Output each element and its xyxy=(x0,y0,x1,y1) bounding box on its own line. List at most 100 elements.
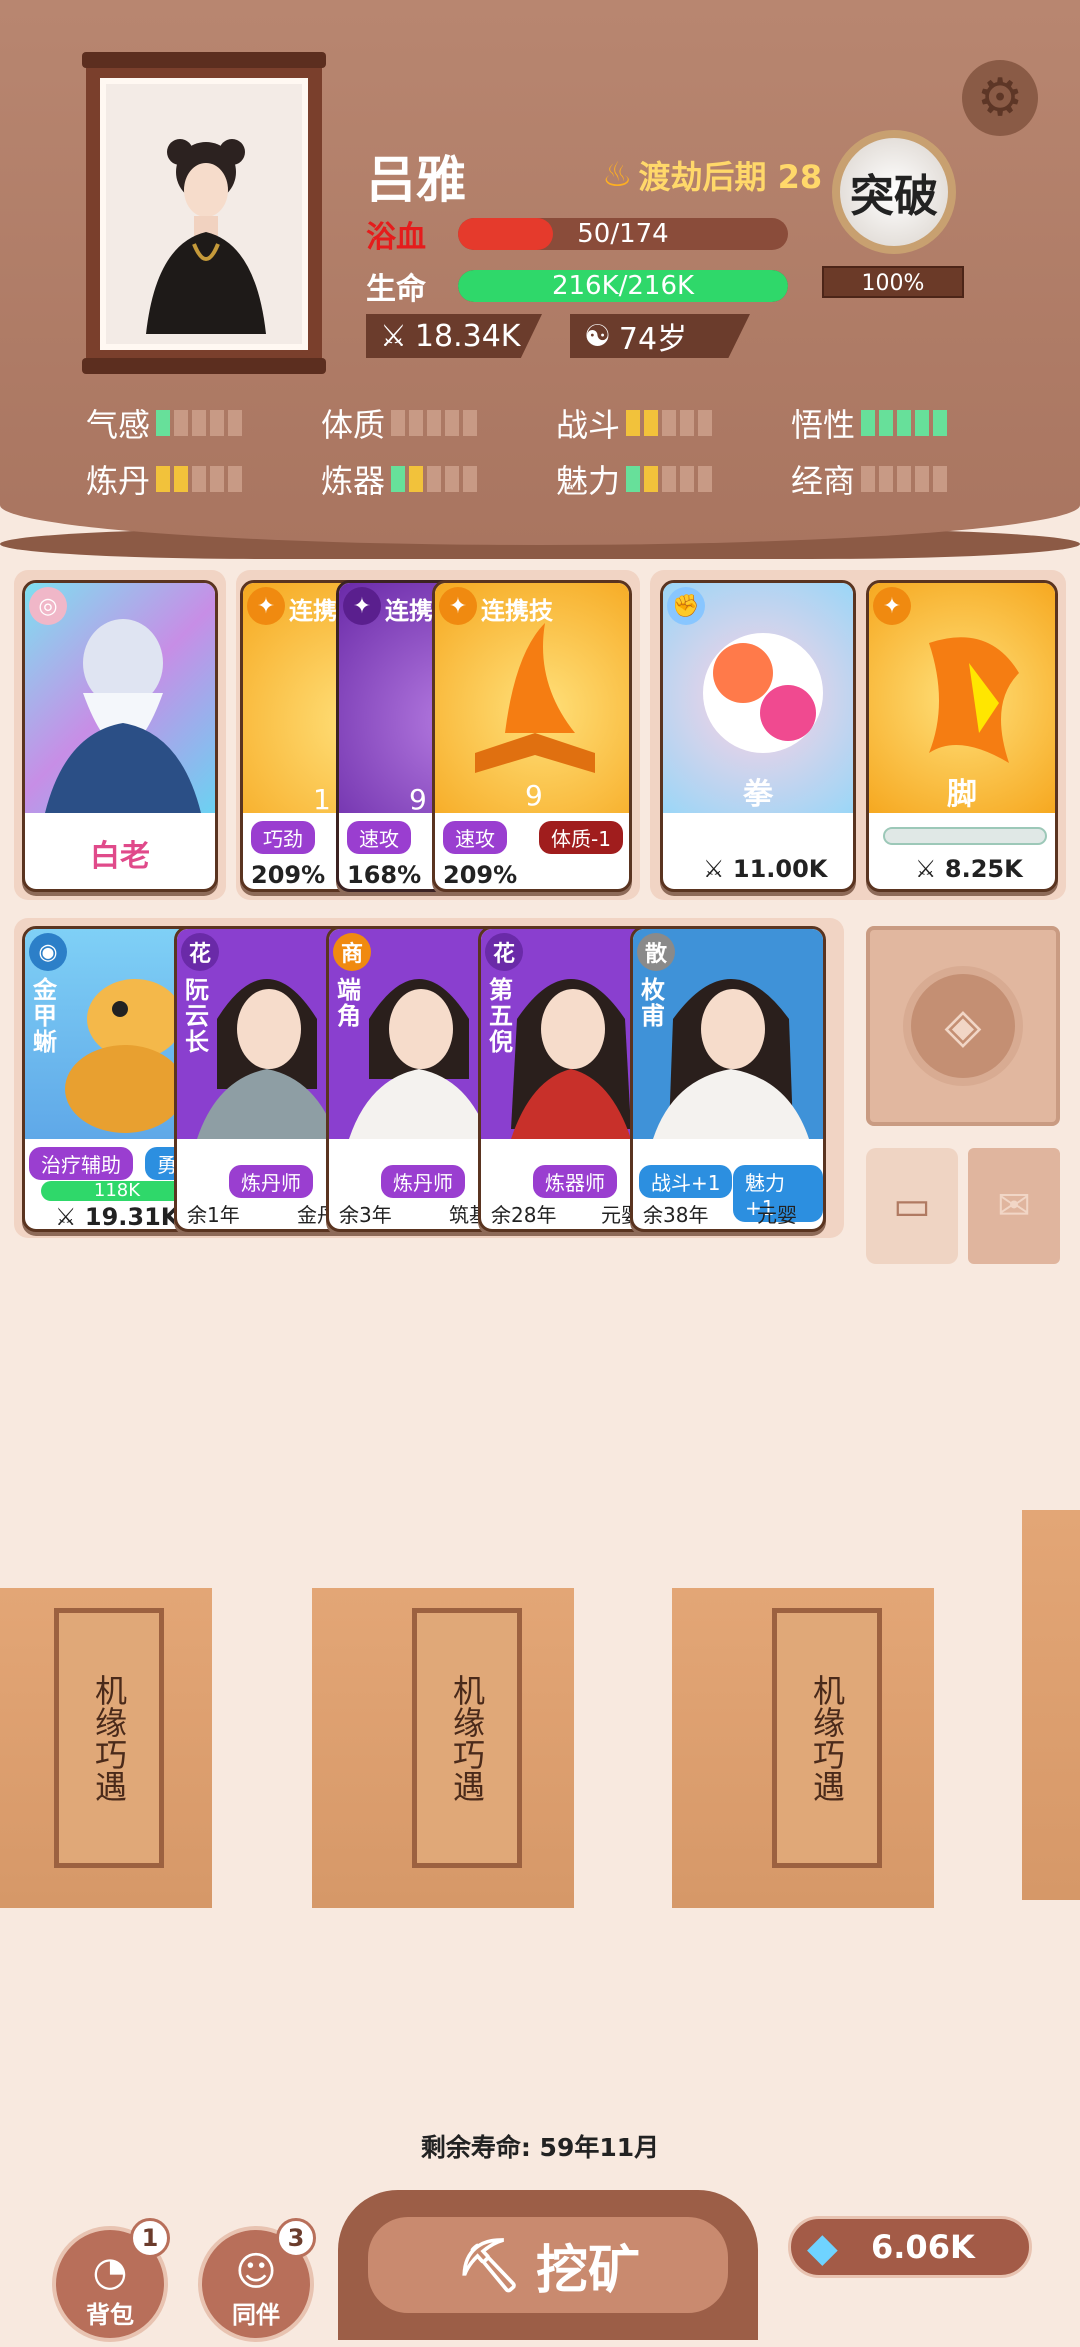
technique-name: 脚 xyxy=(947,777,977,812)
bag-label: 背包 xyxy=(86,2301,134,2329)
technique-card-kick[interactable]: ✦ 脚 ⚔ 8.25K xyxy=(866,580,1058,892)
pet-hp-bar: 118K xyxy=(41,1181,193,1201)
skill-card-3[interactable]: ✦ 连携技 9 速攻 体质-1 209% xyxy=(432,580,632,892)
attribute-pips xyxy=(156,410,243,436)
partner-button[interactable]: ☺ 同伴 3 xyxy=(198,2218,316,2342)
technique-power: ⚔ 8.25K xyxy=(915,855,1023,883)
technique-power-value: 11.00K xyxy=(732,855,828,883)
attribute-pips xyxy=(391,410,478,436)
scroll-label: 机缘巧遇 xyxy=(772,1608,882,1868)
flame-icon: ♨ xyxy=(602,155,633,195)
companion-name: 第五倪 xyxy=(489,976,513,1056)
bloodbath-label: 浴血 xyxy=(366,220,426,255)
attribute-pip xyxy=(391,410,406,436)
sect-icon: 花 xyxy=(485,933,523,971)
opportunity-scroll-2[interactable]: 机缘巧遇 xyxy=(312,1588,574,1908)
attribute-label: 炼器 xyxy=(321,462,386,500)
attribute-pip xyxy=(192,466,207,492)
master-name: 白老 xyxy=(90,839,150,874)
attribute-pip xyxy=(409,466,424,492)
scroll-label: 机缘巧遇 xyxy=(54,1608,164,1868)
realm-level: ♨ 渡劫后期 28 xyxy=(602,152,822,198)
technique-power-value: 8.25K xyxy=(944,855,1023,883)
attribute-item: 炼器 xyxy=(321,456,556,502)
attribute-pip xyxy=(915,466,930,492)
attribute-pip xyxy=(427,410,442,436)
power-chip: ⚔ 18.34K xyxy=(366,314,542,358)
skill-damage: 209% xyxy=(443,861,518,889)
attribute-pip xyxy=(626,410,641,436)
attribute-label: 战斗 xyxy=(556,406,621,444)
opportunity-scroll-4[interactable] xyxy=(1022,1510,1080,1900)
companion-role: 炼丹师 xyxy=(229,1165,313,1198)
settings-gear-icon[interactable]: ⚙ xyxy=(962,60,1038,136)
attribute-pip xyxy=(933,410,948,436)
pet-type-icon: ◉ xyxy=(29,933,67,971)
bag-badge: 1 xyxy=(130,2218,170,2258)
attribute-item: 体质 xyxy=(321,400,556,446)
companion-remaining: 余28年 xyxy=(491,1203,557,1227)
skill-tag-penalty: 体质-1 xyxy=(539,821,623,854)
attribute-pip xyxy=(445,410,460,436)
technique-progress-bar xyxy=(883,827,1047,845)
attribute-pip xyxy=(644,466,659,492)
attribute-pip xyxy=(698,466,713,492)
attribute-pip xyxy=(391,466,406,492)
attribute-pip xyxy=(210,466,225,492)
technique-card-fist[interactable]: ✊ 拳 ⚔ 11.00K xyxy=(660,580,856,892)
scroll-text: 机缘巧遇 xyxy=(90,1674,128,1802)
portrait-scroll[interactable] xyxy=(82,52,326,374)
breakthrough-button[interactable]: 突破 xyxy=(832,130,956,254)
pet-name: 金甲蜥 xyxy=(33,976,57,1056)
scroll-text: 机缘巧遇 xyxy=(448,1674,486,1802)
opportunity-scroll-3[interactable]: 机缘巧遇 xyxy=(672,1588,934,1908)
attribute-pip xyxy=(897,410,912,436)
skill-level: 1 xyxy=(313,783,331,816)
character-name: 吕雅 xyxy=(366,151,466,209)
map-scroll-icon[interactable]: ✉ xyxy=(968,1148,1060,1264)
attribute-pip xyxy=(861,410,876,436)
attribute-pip xyxy=(680,466,695,492)
pet-tag-healer: 治疗辅助 xyxy=(29,1147,133,1180)
opportunity-scroll-1[interactable]: 机缘巧遇 xyxy=(0,1588,212,1908)
skill-tag: 巧劲 xyxy=(251,821,315,854)
breakthrough-progress: 100% xyxy=(822,266,964,298)
companion-bonus: 战斗+1 xyxy=(639,1165,733,1198)
mine-button[interactable]: ⛏ 挖矿 xyxy=(338,2190,758,2340)
attribute-pip xyxy=(662,466,677,492)
attribute-pips xyxy=(156,466,243,492)
attribute-pip xyxy=(463,410,478,436)
scroll-text: 机缘巧遇 xyxy=(808,1674,846,1802)
technique-power: ⚔ 11.00K xyxy=(703,855,828,883)
attribute-label: 魅力 xyxy=(556,462,621,500)
master-panel: ◎ 白老 xyxy=(14,570,226,900)
companion-remaining: 余3年 xyxy=(339,1203,392,1227)
companion-remaining: 余1年 xyxy=(187,1203,240,1227)
bag-button[interactable]: ◔ 背包 1 xyxy=(52,2218,170,2342)
attribute-item: 经商 xyxy=(791,456,1026,502)
scroll-label: 机缘巧遇 xyxy=(412,1608,522,1868)
storage-box-icon[interactable]: ▭ xyxy=(866,1148,958,1264)
master-card[interactable]: ◎ 白老 xyxy=(22,580,218,892)
shrine-button[interactable]: ◈ xyxy=(866,926,1060,1126)
attribute-pip xyxy=(662,410,677,436)
sect-icon: 散 xyxy=(637,933,675,971)
gem-amount: 6.06K xyxy=(871,2228,975,2266)
life-label: 生命 xyxy=(366,272,426,307)
companion-realm: 元婴 xyxy=(757,1203,797,1227)
companion-card[interactable]: 散 枚甫 战斗+1 魅力+1 余38年 元婴 xyxy=(630,926,826,1232)
combo-icon: ✦ xyxy=(439,587,477,625)
portrait xyxy=(100,78,308,350)
attribute-pip xyxy=(626,466,641,492)
attribute-grid: 气感 体质 战斗 悟性 炼丹 炼器 魅力 经商 xyxy=(86,400,1026,502)
attribute-pip xyxy=(915,410,930,436)
technique-name: 拳 xyxy=(743,777,773,812)
sect-icon: 花 xyxy=(181,933,219,971)
companion-panel: ◉ 金甲蜥 治疗辅助 勇… 118K ⚔ 19.31K 花 阮云长 炼丹师 余1… xyxy=(14,918,844,1238)
attribute-pip xyxy=(228,466,243,492)
partner-badge: 3 xyxy=(276,2218,316,2258)
master-type-icon: ◎ xyxy=(29,587,67,625)
gem-balance[interactable]: ◆ 6.06K xyxy=(788,2216,1032,2278)
kick-type-icon: ✦ xyxy=(873,587,911,625)
partner-icon: ☺ xyxy=(235,2249,277,2295)
